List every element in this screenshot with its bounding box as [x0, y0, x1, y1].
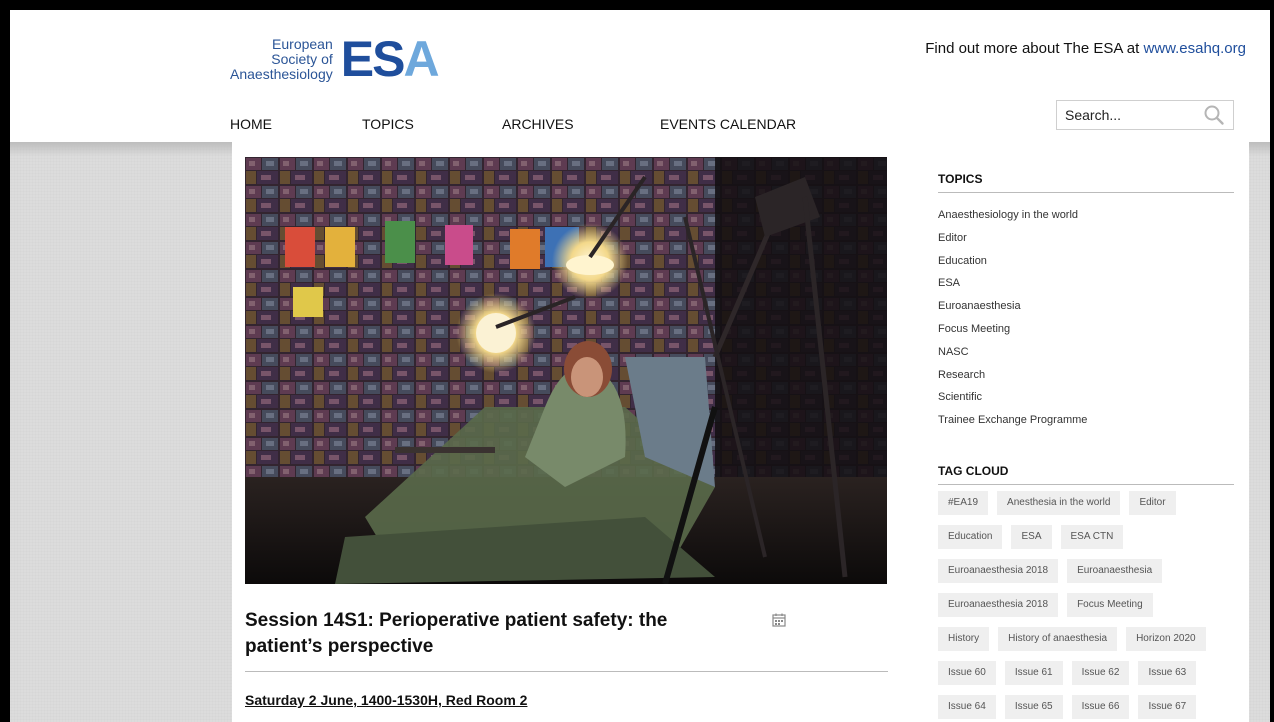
logo-text-line3: Anaesthesiology [230, 65, 333, 82]
topic-item[interactable]: Euroanaesthesia [938, 295, 1087, 318]
nav-events-calendar[interactable]: EVENTS CALENDAR [660, 116, 796, 132]
tag[interactable]: Issue 67 [1138, 695, 1197, 719]
esahq-link[interactable]: www.esahq.org [1143, 40, 1246, 57]
tag-row: Education ESA ESA CTN [938, 525, 1238, 549]
search-icon[interactable] [1203, 104, 1225, 126]
tag[interactable]: ESA [1011, 525, 1052, 549]
calendar-icon [772, 613, 786, 627]
main-nav: HOME TOPICS ARCHIVES EVENTS CALENDAR [230, 116, 796, 132]
logo-letter-s: S [372, 31, 405, 87]
site-header: European Society of Anaesthesiology ESA … [10, 10, 1270, 142]
tag[interactable]: Issue 64 [938, 695, 996, 719]
tag[interactable]: Issue 65 [1004, 695, 1063, 719]
esa-logo[interactable]: European Society of Anaesthesiology ESA [230, 31, 440, 87]
tag[interactable]: Education [938, 525, 1003, 549]
title-divider [245, 671, 888, 672]
topic-item[interactable]: ESA [938, 272, 1087, 295]
tag[interactable]: History [938, 627, 990, 651]
tag-cloud-heading: TAG CLOUD [938, 464, 1234, 485]
tag[interactable]: History of anaesthesia [998, 627, 1118, 651]
search-box [1056, 100, 1234, 130]
tag[interactable]: Issue 66 [1071, 695, 1130, 719]
tag-row: Euroanaesthesia 2018 Euroanaesthesia [938, 559, 1238, 583]
tag[interactable]: Focus Meeting [1067, 593, 1153, 617]
topic-item[interactable]: Scientific [938, 386, 1087, 409]
article-hero-image[interactable] [245, 157, 887, 584]
tag[interactable]: Issue 60 [938, 661, 996, 685]
search-input[interactable] [1065, 107, 1195, 123]
nav-archives[interactable]: ARCHIVES [502, 116, 660, 132]
tag-row: Euroanaesthesia 2018 Focus Meeting [938, 593, 1238, 617]
logo-letter-a: A [403, 31, 439, 87]
tag[interactable]: Horizon 2020 [1126, 627, 1206, 651]
topics-heading: TOPICS [938, 172, 1234, 193]
tag[interactable]: Issue 63 [1138, 661, 1197, 685]
logo-mark: ESA [340, 31, 440, 87]
topic-item[interactable]: Anaesthesiology in the world [938, 204, 1087, 227]
tag[interactable]: Euroanaesthesia [1067, 559, 1163, 583]
sidebar: TOPICS Anaesthesiology in the world Edit… [903, 142, 1249, 722]
tag-row: #EA19 Anesthesia in the world Editor [938, 491, 1238, 515]
logo-letter-e: E [340, 31, 374, 87]
tag[interactable]: Issue 61 [1004, 661, 1063, 685]
tag-row: Issue 60 Issue 61 Issue 62 Issue 63 [938, 661, 1238, 685]
topic-list: Anaesthesiology in the world Editor Educ… [938, 204, 1087, 432]
tag[interactable]: Euroanaesthesia 2018 [938, 559, 1059, 583]
article-title[interactable]: Session 14S1: Perioperative patient safe… [245, 608, 725, 660]
tag[interactable]: Issue 62 [1071, 661, 1130, 685]
hero-illustration [245, 157, 887, 584]
tag[interactable]: Editor [1129, 491, 1176, 515]
browser-viewport: European Society of Anaesthesiology ESA … [0, 0, 1274, 722]
logo-text: European Society of Anaesthesiology [230, 35, 333, 82]
find-more-text: Find out more about The ESA at www.esahq… [925, 40, 1246, 57]
find-more-label: Find out more about The ESA at [925, 40, 1144, 57]
tag[interactable]: Anesthesia in the world [997, 491, 1121, 515]
topic-item[interactable]: Editor [938, 227, 1087, 250]
nav-home[interactable]: HOME [230, 116, 362, 132]
topic-item[interactable]: Research [938, 364, 1087, 387]
tag[interactable]: Euroanaesthesia 2018 [938, 593, 1059, 617]
nav-topics[interactable]: TOPICS [362, 116, 502, 132]
session-date: Saturday 2 June, 1400-1530H, Red Room 2 [245, 692, 528, 708]
tag-row: History History of anaesthesia Horizon 2… [938, 627, 1238, 651]
article-column: Session 14S1: Perioperative patient safe… [232, 142, 904, 722]
logo-text-line1: European [272, 35, 333, 52]
topic-item[interactable]: NASC [938, 341, 1087, 364]
topic-item[interactable]: Trainee Exchange Programme [938, 409, 1087, 432]
topic-item[interactable]: Focus Meeting [938, 318, 1087, 341]
tag-row: Issue 64 Issue 65 Issue 66 Issue 67 [938, 695, 1238, 719]
topic-item[interactable]: Education [938, 250, 1087, 273]
tag-cloud: #EA19 Anesthesia in the world Editor Edu… [938, 491, 1238, 722]
tag[interactable]: ESA CTN [1060, 525, 1124, 549]
tag[interactable]: #EA19 [938, 491, 989, 515]
logo-text-line2: Society of [271, 50, 333, 67]
